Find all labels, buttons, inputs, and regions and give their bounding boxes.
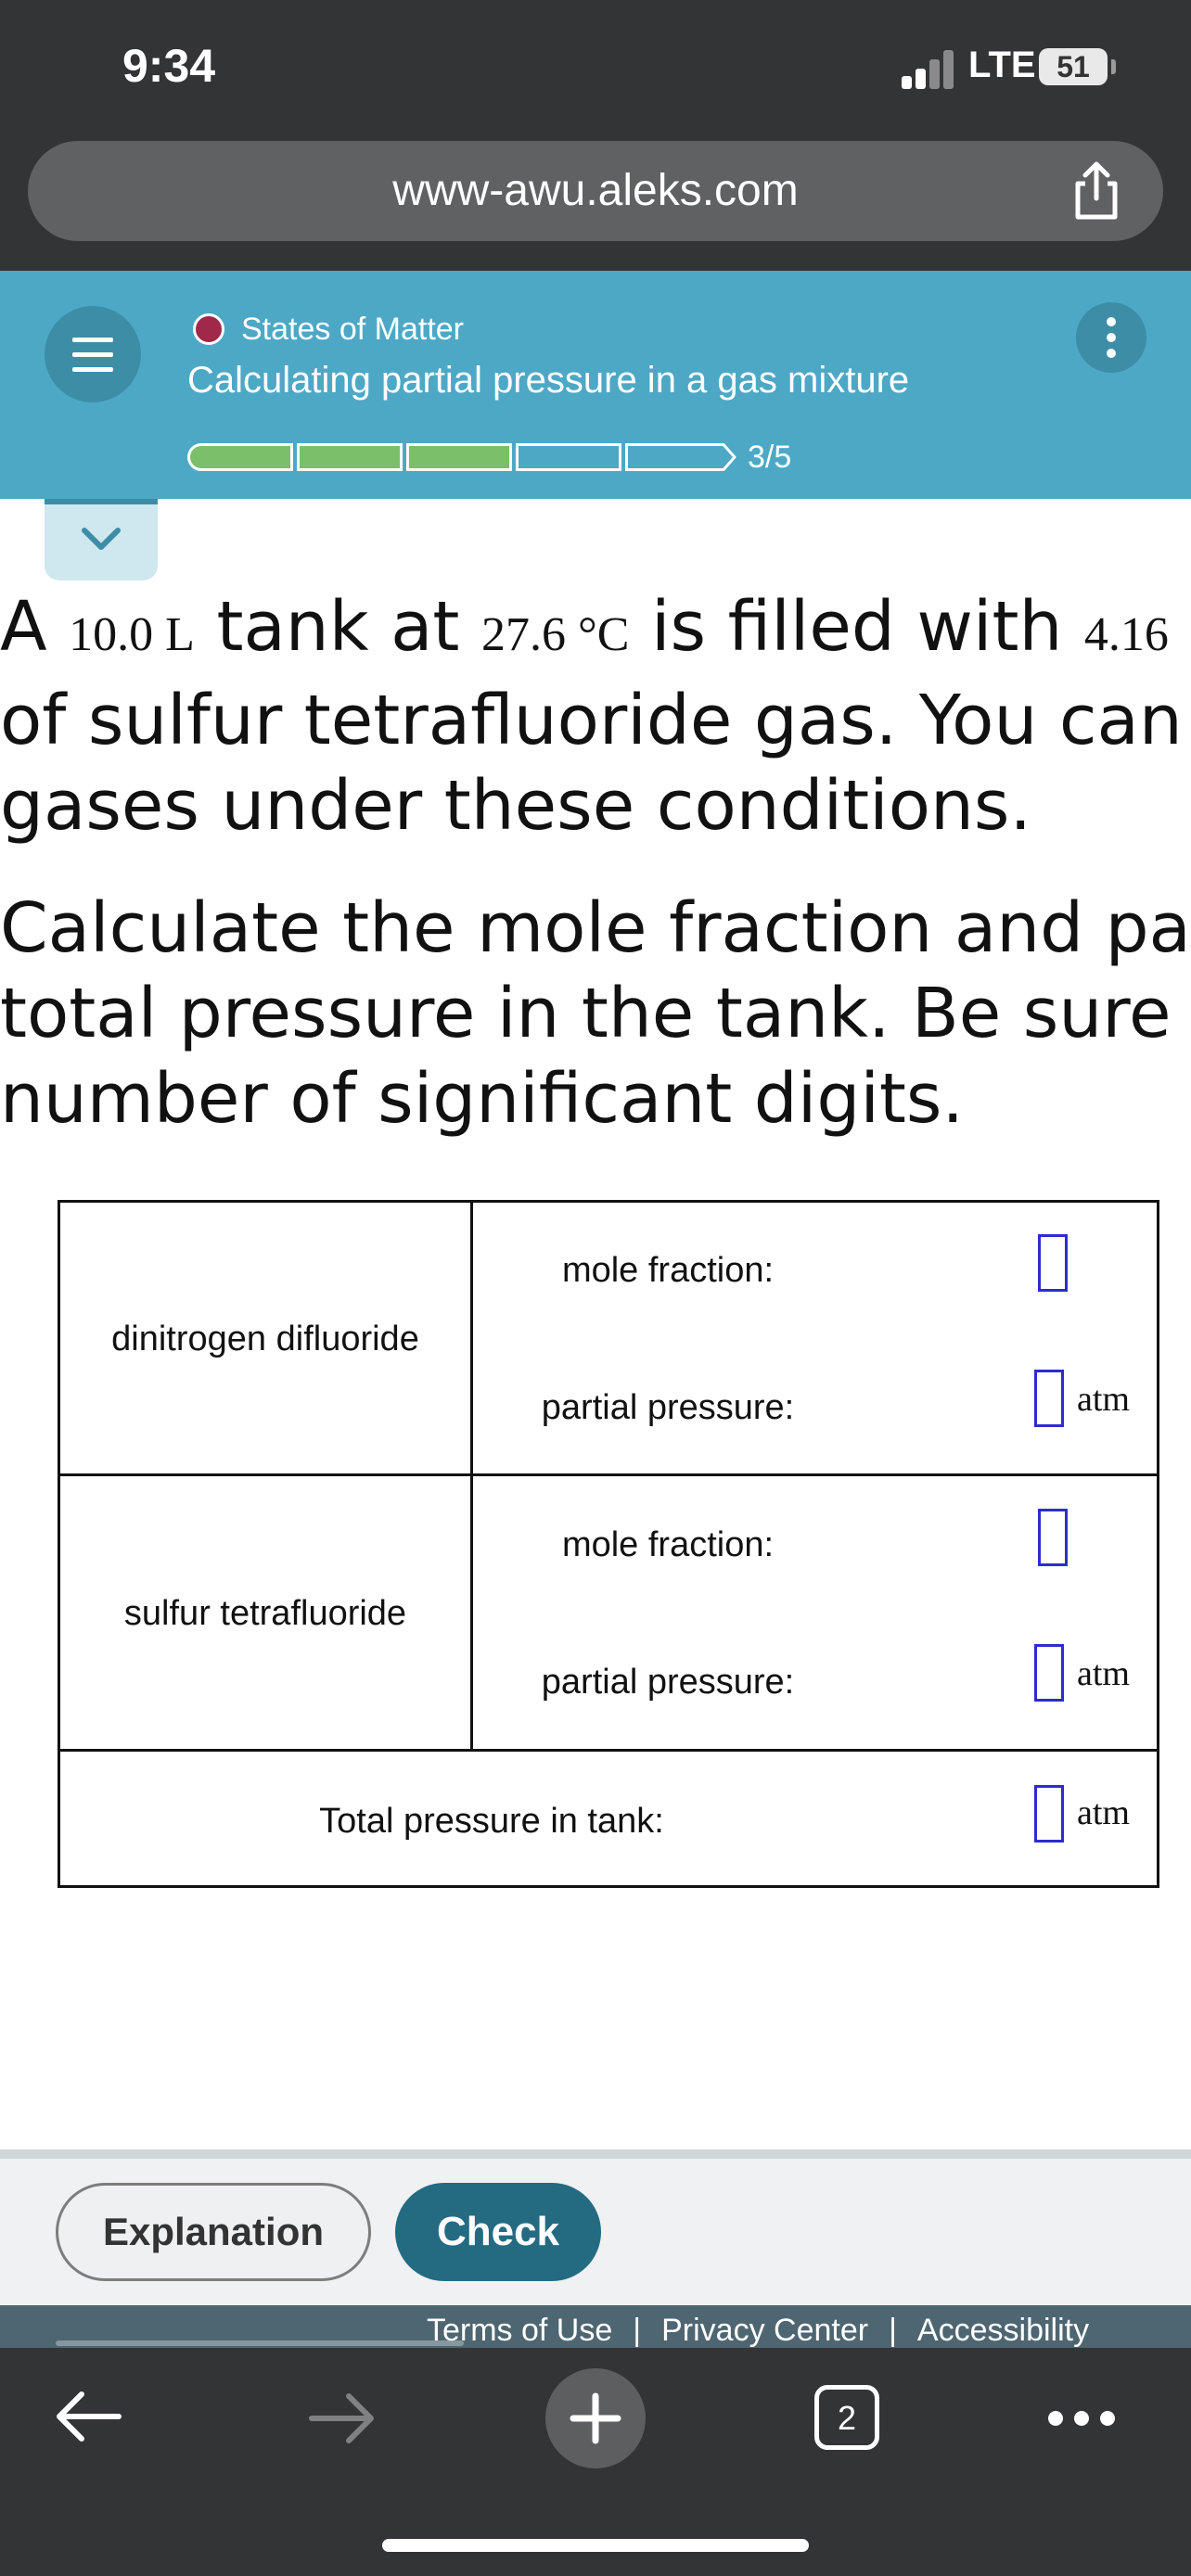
battery-nub [1111,59,1116,74]
explanation-button[interactable]: Explanation [56,2183,371,2281]
mole-fraction-label: mole fraction: [561,1251,775,1290]
check-button[interactable]: Check [395,2183,601,2281]
progress-segment [297,443,403,471]
table-divider [60,1749,1157,1752]
network-type: LTE [968,45,1036,85]
footer-separator: | [889,2313,897,2348]
progress-segment [406,443,512,471]
plus-icon [570,2392,621,2444]
unit-label: atm [1077,1654,1130,1693]
footer-links: Terms of Use | Privacy Center | Accessibilit… [427,2313,1090,2350]
footer-separator: | [633,2313,642,2348]
problem-line: number of significant digits. [0,1059,964,1139]
collapse-header-button[interactable] [45,499,158,580]
url-text: www-awu.aleks.com [392,166,799,215]
problem-text: A [0,587,70,667]
more-icon[interactable] [1048,2411,1117,2428]
unit-label: atm [1077,1380,1130,1419]
home-indicator [382,2539,809,2552]
problem-text: tank at [194,587,481,667]
problem-line: A 10.0 L tank at 27.6 °C is filled with … [0,584,1191,678]
tank-temperature: 27.6 °C [480,608,630,661]
battery-icon: 51 [1039,48,1108,85]
gas-mass: 4.16 [1083,608,1169,661]
answer-table: dinitrogen difluoride mole fraction: par… [58,1200,1159,1888]
partial-pressure-input-n2f2[interactable] [1034,1370,1064,1427]
forward-arrow-icon[interactable] [308,2392,377,2444]
table-divider [60,1473,1157,1476]
url-bar[interactable]: www-awu.aleks.com [28,141,1163,241]
problem-statement: A 10.0 L tank at 27.6 °C is filled with … [0,584,1191,1141]
topic-label: States of Matter [241,312,464,347]
cellular-signal-icon [902,48,957,89]
total-pressure-input[interactable] [1034,1785,1064,1843]
gas-name-sulfur-tetrafluoride: sulfur tetrafluoride [123,1594,407,1633]
tabs-icon[interactable]: 2 [814,2385,879,2450]
terms-of-use-link[interactable]: Terms of Use [427,2313,613,2350]
total-pressure-label: Total pressure in tank: [319,1802,664,1841]
accessibility-link[interactable]: Accessibility [916,2313,1090,2350]
gas-name-dinitrogen-difluoride: dinitrogen difluoride [111,1320,419,1358]
action-divider [0,2149,1191,2159]
tank-volume: 10.0 L [69,608,195,661]
privacy-center-link[interactable]: Privacy Center [661,2313,869,2350]
problem-line: total pressure in the tank. Be sure y [0,974,1191,1053]
partial-pressure-label: partial pressure: [541,1388,795,1427]
horizontal-scrollbar[interactable] [56,2340,464,2346]
partial-pressure-label: partial pressure: [541,1663,795,1702]
problem-line: of sulfur tetrafluoride gas. You can a [0,681,1191,760]
share-icon[interactable] [1069,159,1124,223]
hamburger-menu-icon[interactable] [45,306,141,402]
progress-segment [187,443,293,471]
mole-fraction-input-n2f2[interactable] [1038,1234,1068,1292]
status-time: 9:34 [122,40,216,92]
progress-segment [516,443,621,471]
tab-count: 2 [837,2399,857,2437]
problem-text: is filled with [629,587,1084,667]
mole-fraction-label: mole fraction: [561,1525,775,1564]
unit-label: atm [1077,1793,1130,1832]
more-options-icon[interactable] [1076,302,1146,373]
lesson-title: Calculating partial pressure in a gas mi… [187,360,910,401]
topic-status-dot [193,313,224,345]
mole-fraction-input-sf4[interactable] [1038,1509,1068,1566]
progress-arrow-tip [716,443,736,471]
new-tab-plus-icon[interactable] [545,2368,646,2468]
partial-pressure-input-sf4[interactable] [1034,1644,1064,1702]
progress-segment [625,443,718,471]
progress-label: 3/5 [748,440,792,475]
chevron-down-icon [82,528,121,550]
problem-line: Calculate the mole fraction and part [0,888,1191,968]
back-arrow-icon[interactable] [54,2391,122,2442]
problem-line: gases under these conditions. [0,766,1031,846]
